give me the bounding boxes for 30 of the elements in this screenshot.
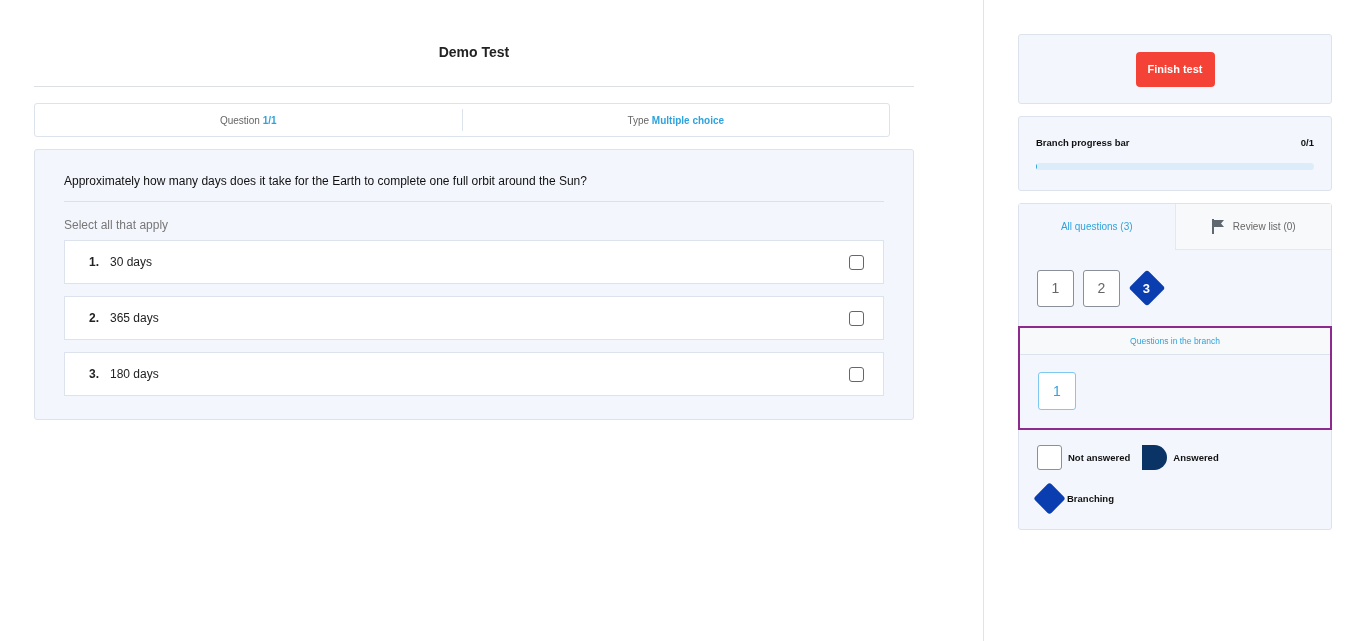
option-number: 1. (89, 255, 100, 269)
answer-option[interactable]: 1. 30 days (64, 240, 884, 284)
option-text: 30 days (110, 255, 154, 269)
question-type: Type Multiple choice (627, 114, 725, 126)
branching-question-button[interactable]: 3 (1128, 269, 1166, 307)
question-counter: Question 1/1 (219, 114, 277, 126)
question-number-button[interactable]: 2 (1083, 269, 1120, 307)
checkbox[interactable] (849, 254, 864, 270)
tab[interactable]: Review list (0) (1174, 204, 1331, 250)
question-number-button[interactable]: 1 (1037, 269, 1074, 307)
answer-option[interactable]: 3. 180 days (64, 352, 884, 396)
finish-test-button[interactable]: Finish test (1135, 51, 1215, 87)
option-number: 3. (89, 367, 100, 381)
checkbox[interactable] (849, 310, 864, 326)
test-title: Demo Test (437, 43, 511, 62)
option-text: 180 days (110, 367, 160, 381)
option-text: 365 days (110, 311, 160, 325)
legend-label: Not answered (1068, 452, 1131, 463)
answer-option[interactable]: 2. 365 days (64, 296, 884, 340)
progress-label: Branch progress bar (1036, 137, 1130, 148)
empty-square-icon (1037, 445, 1062, 470)
question-text: Approximately how many days does it take for the Earth to complete one full orbit around the Sun? (64, 174, 588, 188)
legend-label: Branching (1067, 493, 1114, 504)
branch-title: Questions in the branch (1020, 328, 1330, 355)
checkbox[interactable] (849, 366, 864, 382)
option-number: 2. (89, 311, 100, 325)
legend-label: Answered (1173, 452, 1219, 463)
progress-count: 0/1 (1300, 137, 1314, 148)
half-round-icon (1142, 445, 1168, 470)
instruction-text: Select all that apply (64, 218, 170, 232)
